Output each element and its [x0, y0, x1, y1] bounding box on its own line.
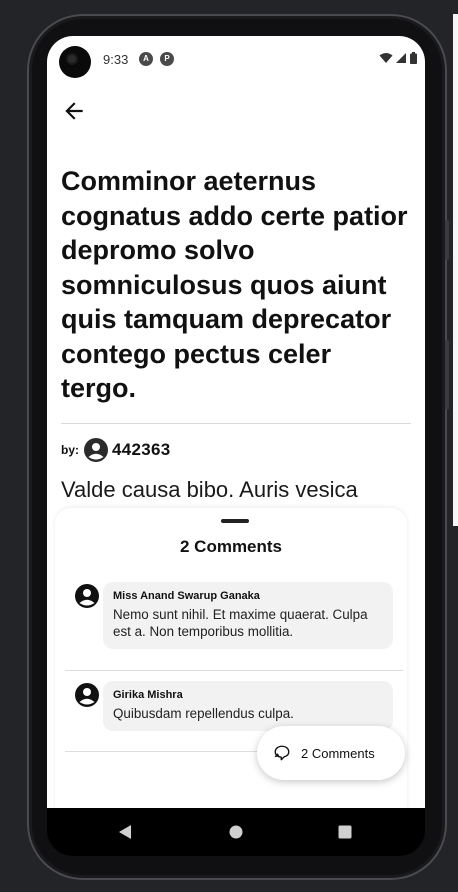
device-volume-button	[445, 340, 449, 410]
status-icons	[379, 52, 417, 64]
status-time: 9:33	[103, 52, 129, 67]
title-divider	[61, 423, 411, 424]
camera-cutout-icon	[59, 46, 91, 78]
comment-text: Nemo sunt nihil. Et maxime quaerat. Culp…	[113, 607, 368, 639]
author-name[interactable]: 442363	[112, 440, 171, 460]
comment-item: Girika Mishra Quibusdam repellendus culp…	[75, 681, 405, 731]
battery-icon	[410, 52, 417, 64]
back-triangle-icon[interactable]	[118, 824, 132, 840]
post-body: Valde causa bibo. Auris vesica	[61, 477, 358, 502]
by-label: by:	[61, 443, 79, 457]
post-byline: by: 442363	[61, 437, 171, 463]
comment-item: Miss Anand Swarup Ganaka Nemo sunt nihil…	[75, 582, 405, 652]
comments-sheet-title: 2 Comments	[179, 537, 283, 556]
recents-square-icon[interactable]	[338, 825, 352, 839]
app-screen: 9:33 A P Comminor aeternus cognatus addo…	[47, 36, 425, 808]
comment-bubble: Miss Anand Swarup Ganaka Nemo sunt nihil…	[103, 582, 393, 649]
post-title: Comminor aeternus cognatus addo certe pa…	[61, 166, 408, 403]
author-avatar-icon[interactable]	[84, 438, 108, 462]
drag-handle[interactable]	[221, 519, 249, 523]
user-avatar-icon	[75, 584, 99, 608]
comment-divider	[65, 670, 403, 671]
arrow-left-icon	[65, 102, 83, 120]
signal-icon	[396, 53, 406, 63]
background-window-edge	[453, 14, 458, 526]
comments-fab-label: 2 Comments	[301, 745, 375, 761]
comment-author: Girika Mishra	[113, 689, 183, 701]
comment-author: Miss Anand Swarup Ganaka	[113, 590, 260, 602]
comment-text: Quibusdam repellendus culpa.	[113, 706, 294, 721]
comments-fab-button[interactable]: 2 Comments	[257, 726, 405, 780]
back-button[interactable]	[61, 98, 87, 124]
app-a-icon: A	[139, 52, 153, 66]
wifi-icon	[379, 53, 393, 63]
device-side-button	[445, 220, 449, 260]
comment-bubble: Girika Mishra Quibusdam repellendus culp…	[103, 681, 393, 731]
app-p-icon: P	[160, 52, 174, 66]
user-avatar-icon	[75, 683, 99, 707]
home-circle-icon[interactable]	[229, 825, 243, 839]
chat-bubble-icon	[274, 745, 290, 761]
system-nav-bar	[47, 808, 425, 856]
